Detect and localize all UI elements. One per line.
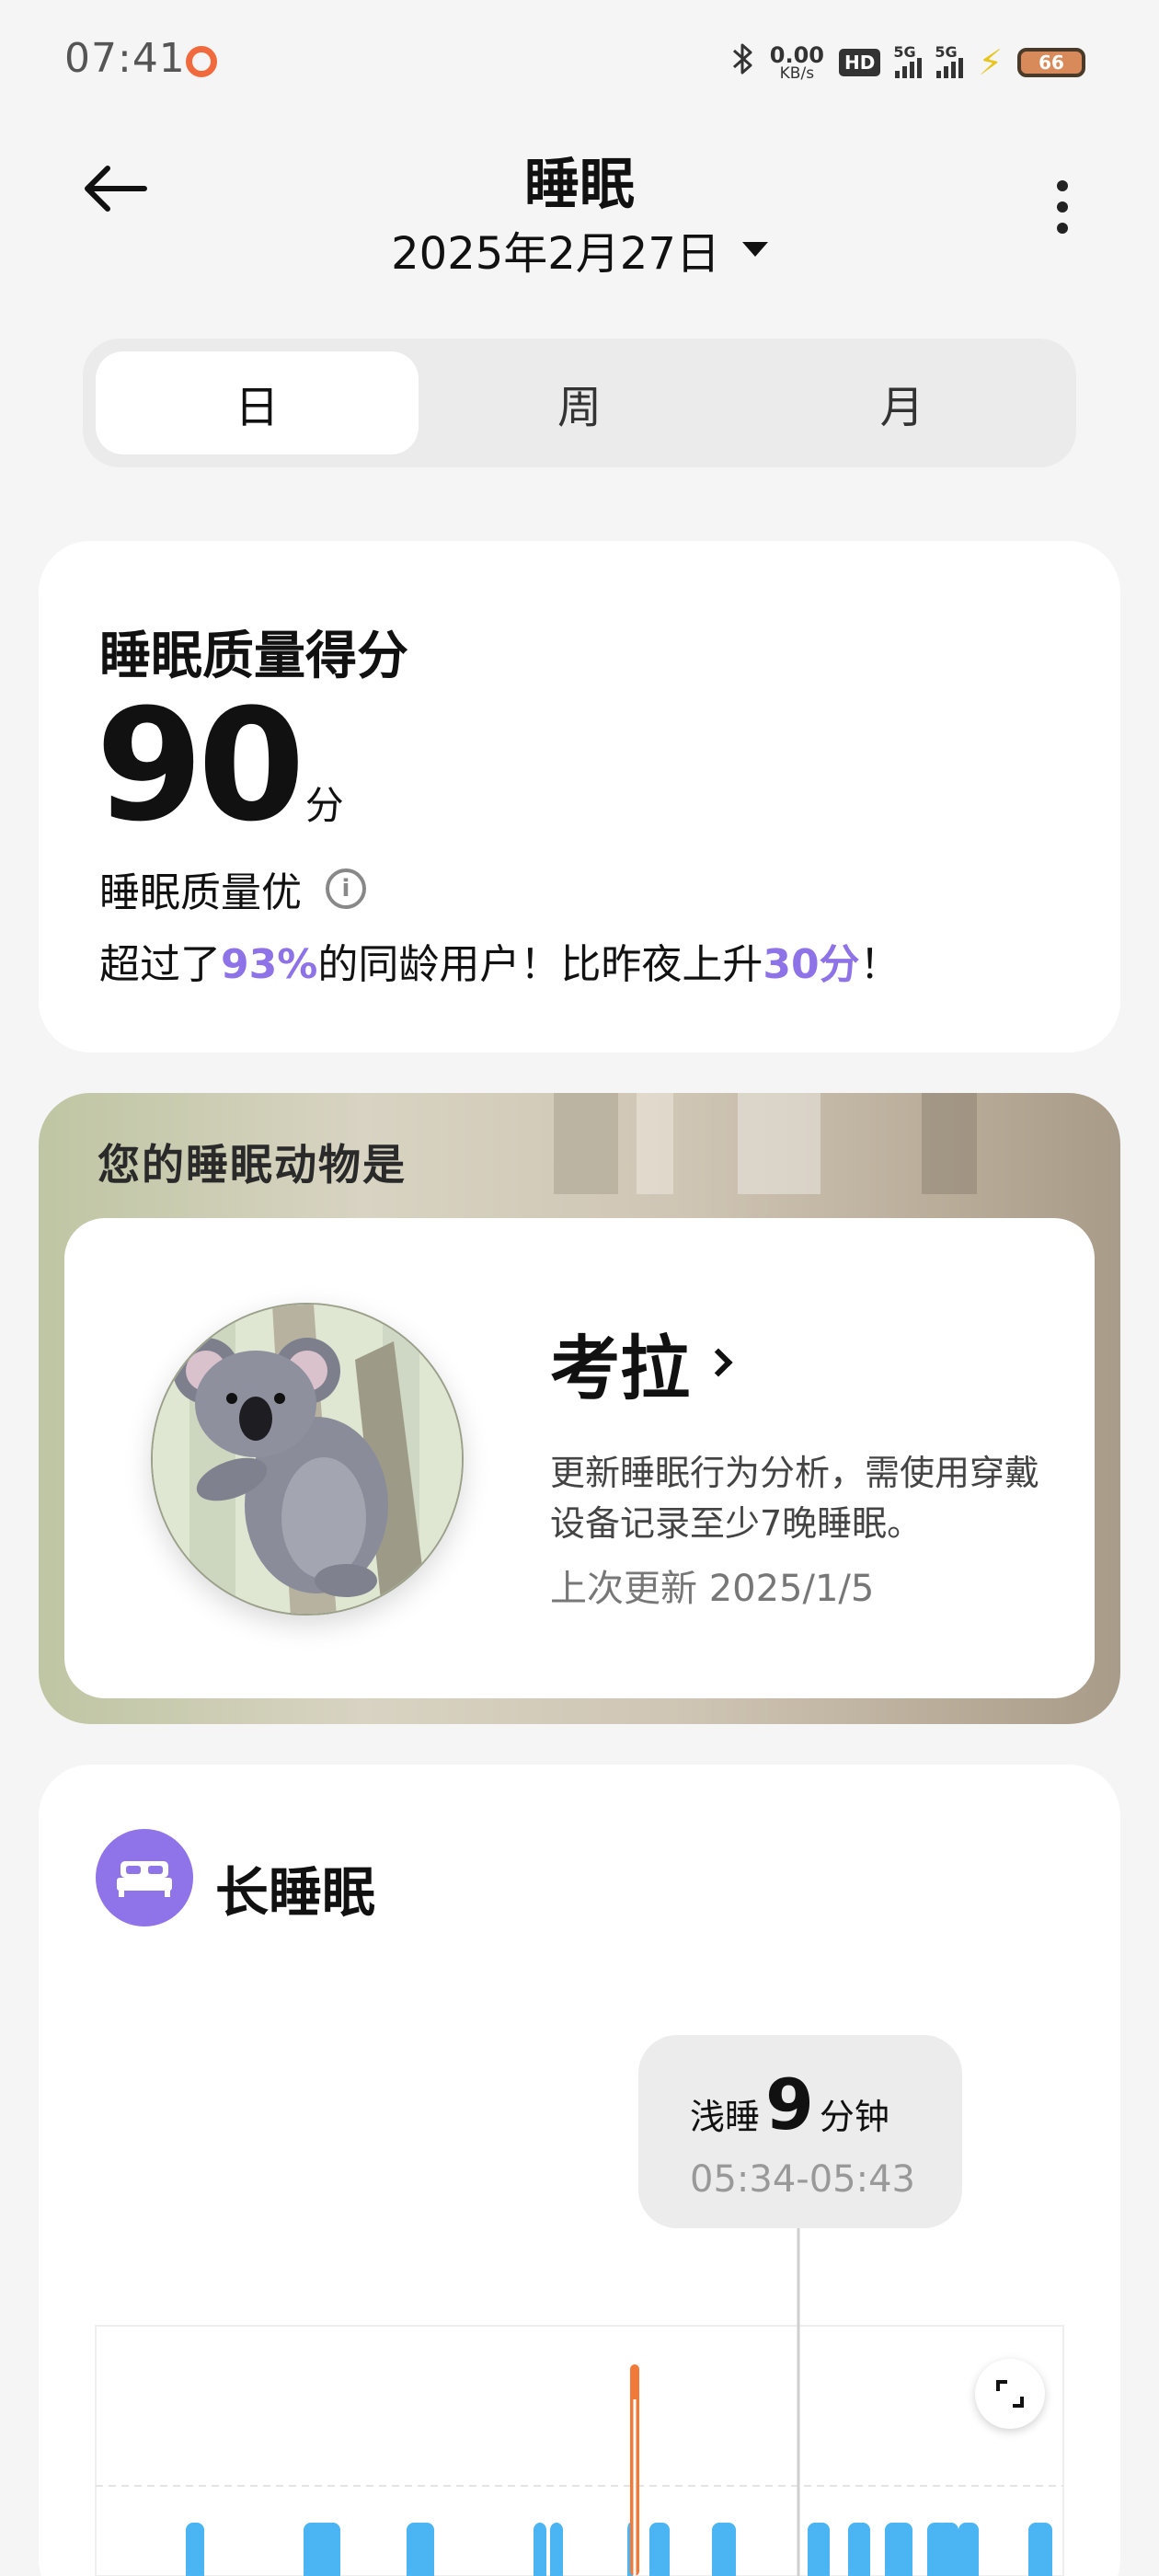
signal-5g-icon: 5G (893, 43, 923, 78)
net-speed-unit: KB/s (779, 63, 815, 83)
tooltip-unit: 分钟 (819, 2097, 889, 2137)
koala-illustration (151, 1303, 464, 1616)
expand-chart-button[interactable] (975, 2359, 1045, 2429)
bg-stripe (922, 1093, 977, 1194)
status-time: 07:41 (64, 35, 186, 82)
score-value: 90 (96, 675, 305, 856)
compare-points: 30分 (763, 941, 860, 988)
light-sleep-bar (407, 2523, 434, 2576)
tab-day[interactable]: 日 (96, 351, 419, 454)
long-sleep-card: 长睡眠 浅睡 9 分钟 05:34-05:43 (39, 1765, 1120, 2576)
charging-bolt-icon: ⚡ (978, 42, 1003, 83)
bluetooth-icon (731, 40, 755, 86)
bg-stripe (637, 1093, 673, 1194)
chevron-right-icon (704, 1348, 733, 1377)
signal-1-label: 5G (893, 43, 916, 61)
status-bar: 07:41 0.00 KB/s HD 5G 5G ⚡ 66 (0, 0, 1159, 120)
net-speed-value: 0.00 (769, 41, 824, 68)
more-dot-icon (1057, 180, 1068, 191)
stage-tooltip: 浅睡 9 分钟 05:34-05:43 (638, 2035, 962, 2228)
light-sleep-bar (186, 2523, 204, 2576)
more-dot-icon (1057, 201, 1068, 213)
recording-indicator-icon (186, 46, 217, 77)
tooltip-stage: 浅睡 (690, 2097, 761, 2137)
light-sleep-bar (885, 2523, 912, 2576)
quality-row: 睡眠质量优 i (99, 859, 366, 918)
score-row: 90 分 (96, 688, 344, 843)
chart-frame (95, 2325, 1064, 2576)
tooltip-time-range: 05:34-05:43 (690, 2158, 915, 2201)
comparison-text: 超过了93%的同龄用户！比昨夜上升30分！ (99, 931, 901, 990)
compare-percent: 93% (221, 941, 318, 988)
light-sleep-bar (808, 2523, 830, 2576)
info-icon[interactable]: i (326, 868, 366, 909)
koala-icon (153, 1305, 462, 1614)
signal-5g-icon-2: 5G (935, 43, 964, 78)
animal-inner-card: 考拉 更新睡眠行为分析，需使用穿戴设备记录至少7晚睡眠。 上次更新 2025/1… (64, 1218, 1095, 1698)
light-sleep-bar (1028, 2523, 1052, 2576)
net-speed: 0.00 KB/s (770, 44, 824, 82)
sleep-score-card: 睡眠质量得分 90 分 睡眠质量优 i 超过了93%的同龄用户！比昨夜上升30分… (39, 541, 1120, 1052)
more-dot-icon (1057, 223, 1068, 234)
bg-stripe (738, 1093, 820, 1194)
animal-description: 更新睡眠行为分析，需使用穿戴设备记录至少7晚睡眠。 (550, 1453, 1040, 1545)
more-options-button[interactable] (1049, 175, 1076, 239)
light-sleep-bar (848, 2523, 870, 2576)
battery-level: 66 (1039, 52, 1064, 74)
battery-icon: 66 (1017, 48, 1085, 77)
date-picker[interactable]: 2025年2月27日 (0, 217, 1159, 282)
signal-2-label: 5G (935, 43, 958, 61)
date-label: 2025年2月27日 (391, 228, 720, 280)
compare-prefix: 超过了 (99, 941, 221, 988)
sleep-bars (186, 2523, 1052, 2576)
light-sleep-bar (958, 2523, 979, 2576)
light-sleep-bar (936, 2523, 958, 2576)
status-icons: 0.00 KB/s HD 5G 5G ⚡ 66 (731, 35, 1085, 90)
tab-month[interactable]: 月 (740, 351, 1063, 454)
light-sleep-bar (712, 2523, 736, 2576)
light-sleep-bar (304, 2523, 340, 2576)
tab-week[interactable]: 周 (419, 351, 741, 454)
animal-name-link[interactable]: 考拉 (550, 1312, 733, 1413)
tooltip-minutes: 9 (765, 2064, 814, 2145)
quality-label: 睡眠质量优 (99, 869, 302, 916)
bg-stripe (554, 1093, 618, 1194)
animal-name: 考拉 (550, 1328, 690, 1409)
animal-last-update: 上次更新 2025/1/5 (550, 1568, 875, 1610)
hd-voice-icon: HD (838, 49, 881, 76)
caret-down-icon (741, 242, 768, 257)
sleep-animal-card[interactable]: 您的睡眠动物是 考拉 更新睡眠行为分析，需使用穿戴设备记录至少7晚睡眠。 上次更… (39, 1093, 1120, 1724)
period-tabs: 日 周 月 (83, 339, 1076, 467)
light-sleep-bar (534, 2523, 546, 2576)
compare-suffix: ！ (859, 941, 901, 988)
light-sleep-bar (550, 2523, 563, 2576)
page-title: 睡眠 (524, 153, 635, 217)
score-unit: 分 (304, 783, 344, 828)
light-sleep-bar (649, 2523, 670, 2576)
compare-middle: 的同龄用户！比昨夜上升 (317, 941, 763, 988)
animal-label: 您的睡眠动物是 (98, 1140, 407, 1190)
tooltip-summary: 浅睡 9 分钟 (690, 2070, 889, 2140)
expand-icon (996, 2380, 1024, 2408)
